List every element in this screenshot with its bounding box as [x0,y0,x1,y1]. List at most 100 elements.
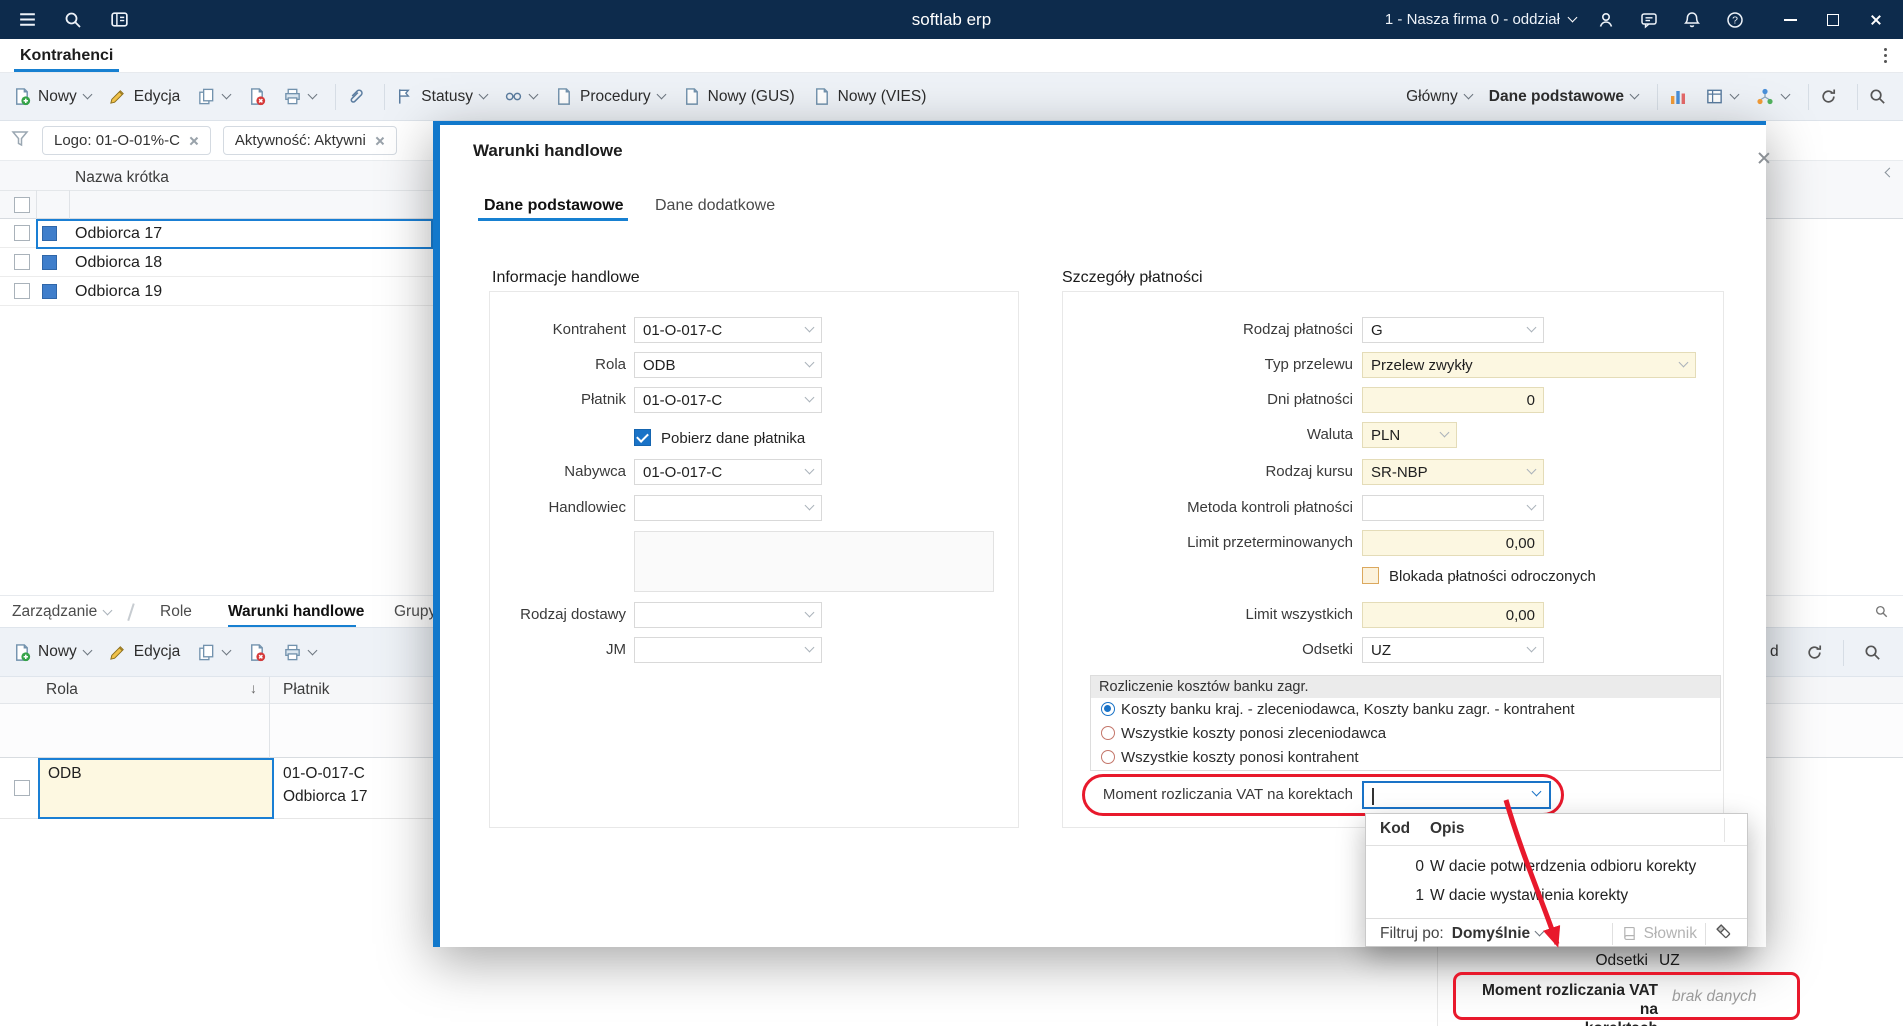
dane-podstawowe-dropdown[interactable]: Dane podstawowe [1489,88,1640,106]
filter-chip-logo[interactable]: Logo: 01-O-01%-C [42,126,211,155]
rodzaj-dostawy-select[interactable] [634,602,822,628]
more-options-icon[interactable] [1883,47,1887,64]
delete-button[interactable] [247,643,266,662]
tab-kontrahenci[interactable]: Kontrahenci [14,39,120,72]
new-doc-icon [12,643,31,662]
radio-koszty-zleceniodawca[interactable] [1101,726,1115,740]
search-button[interactable] [1868,87,1887,106]
handlowiec-notes-textarea[interactable] [634,531,994,592]
new-button[interactable]: Nowy [12,87,93,106]
row-checkbox[interactable] [14,283,30,299]
column-divider [269,677,270,704]
company-selector[interactable]: 1 - Nasza firma 0 - oddział [1385,11,1578,28]
moment-vat-combobox-open[interactable] [1362,781,1551,809]
table-row[interactable]: Odbiorca 18 [0,248,433,277]
new-button[interactable]: Nowy [12,643,93,662]
slownik-button-disabled[interactable]: Słownik [1621,925,1697,943]
attachments-button[interactable] [346,87,365,106]
radio-koszty-kontrahent[interactable] [1101,750,1115,764]
print-button[interactable] [283,643,318,662]
table-row[interactable]: Odbiorca 17 [0,219,433,248]
tab-zarzadzanie[interactable]: Zarządzanie [12,596,113,627]
dialog-tab-dane-podstawowe[interactable]: Dane podstawowe [484,197,624,215]
odsetki-select[interactable]: UZ [1362,637,1544,663]
column-divider [69,190,70,219]
filter-chip-aktywnosc[interactable]: Aktywność: Aktywni [222,126,397,155]
dialog-tab-dane-dodatkowe[interactable]: Dane dodatkowe [655,197,775,215]
sort-descending-icon[interactable]: ↓ [250,680,257,696]
row-checkbox[interactable] [14,254,30,270]
kontrahent-select[interactable]: 01-O-017-C [634,317,822,343]
column-divider [1724,818,1725,842]
refresh-button[interactable] [1819,87,1838,106]
messages-icon[interactable] [1636,7,1662,33]
limit-przeterminowanych-value: 0,00 [1505,534,1535,552]
metoda-kontroli-select[interactable] [1362,495,1544,521]
filtruj-po-select[interactable]: Domyślnie [1452,925,1545,943]
filter-funnel-icon[interactable] [10,128,30,153]
delete-button[interactable] [247,87,266,106]
rodzaj-platnosci-select[interactable]: G [1362,317,1544,343]
bottom-grid-row[interactable]: ODB 01-O-017-C Odbiorca 17 [0,758,433,819]
help-icon[interactable] [1722,7,1748,33]
rola-cell-focused[interactable]: ODB [38,758,274,819]
blokada-platnosci-checkbox[interactable] [1362,567,1379,584]
typ-przelewu-select[interactable]: Przelew zwykły [1362,352,1696,378]
edit-button[interactable]: Edycja [108,87,180,106]
rola-select[interactable]: ODB [634,352,822,378]
clear-filter-eraser-icon[interactable] [1714,922,1733,946]
hierarchy-button[interactable] [1755,87,1791,107]
platnik-select[interactable]: 01-O-017-C [634,387,822,413]
user-icon[interactable] [1593,7,1619,33]
new-vies-button[interactable]: Nowy (VIES) [812,87,926,106]
radio-koszty-podzielone[interactable] [1101,702,1115,716]
procedures-button[interactable]: Procedury [554,87,667,106]
footer-separator [1705,922,1706,945]
statuses-button[interactable]: Statusy [395,87,489,106]
nabywca-select[interactable]: 01-O-017-C [634,459,822,485]
handlowiec-select[interactable] [634,495,822,521]
pobierz-dane-platnika-checkbox[interactable] [634,429,651,446]
search-icon[interactable] [1874,604,1889,624]
search-icon[interactable] [1863,643,1882,667]
row-checkbox[interactable] [14,225,30,241]
table-row[interactable]: Odbiorca 19 [0,277,433,306]
remove-filter-icon[interactable] [375,136,385,146]
relations-button[interactable] [504,87,539,106]
edit-pencil-icon [109,645,124,660]
tab-role[interactable]: Role [160,596,192,627]
jm-select[interactable] [634,637,822,663]
window-minimize-button[interactable] [1777,7,1803,33]
tab-warunki-handlowe[interactable]: Warunki handlowe [228,596,364,627]
waluta-select[interactable]: PLN [1362,422,1457,448]
layout-button[interactable] [1705,87,1740,106]
select-all-checkbox[interactable] [14,197,30,213]
collapse-panel-chevron-left-icon[interactable] [1884,167,1895,178]
notifications-bell-icon[interactable] [1679,7,1705,33]
column-header-platnik[interactable]: Płatnik [283,681,330,699]
row-name: Odbiorca 18 [75,254,163,271]
new-gus-button[interactable]: Nowy (GUS) [682,87,795,106]
glowny-dropdown[interactable]: Główny [1406,88,1474,106]
chevron-down-icon [82,89,93,100]
column-header-nazwa-krotka[interactable]: Nazwa krótka [75,169,169,187]
chart-view-button[interactable] [1668,87,1688,107]
copy-button[interactable] [197,87,232,106]
dni-platnosci-input[interactable]: 0 [1362,387,1544,413]
remove-filter-icon[interactable] [189,136,199,146]
print-button[interactable] [283,87,318,106]
edit-button[interactable]: Edycja [108,643,180,662]
typ-przelewu-value: Przelew zwykły [1371,356,1473,374]
refresh-icon[interactable] [1805,643,1824,667]
row-checkbox[interactable] [14,780,30,796]
chevron-down-icon [1678,357,1689,368]
limit-wszystkich-input[interactable]: 0,00 [1362,602,1544,628]
tab-grupy[interactable]: Grupy [394,596,433,627]
column-header-rola[interactable]: Rola [46,681,78,699]
window-close-button[interactable] [1863,7,1889,33]
rodzaj-kursu-select[interactable]: SR-NBP [1362,459,1544,485]
dialog-close-button[interactable] [1753,147,1775,169]
limit-przeterminowanych-input[interactable]: 0,00 [1362,530,1544,556]
window-maximize-button[interactable] [1820,7,1846,33]
copy-button[interactable] [197,643,232,662]
